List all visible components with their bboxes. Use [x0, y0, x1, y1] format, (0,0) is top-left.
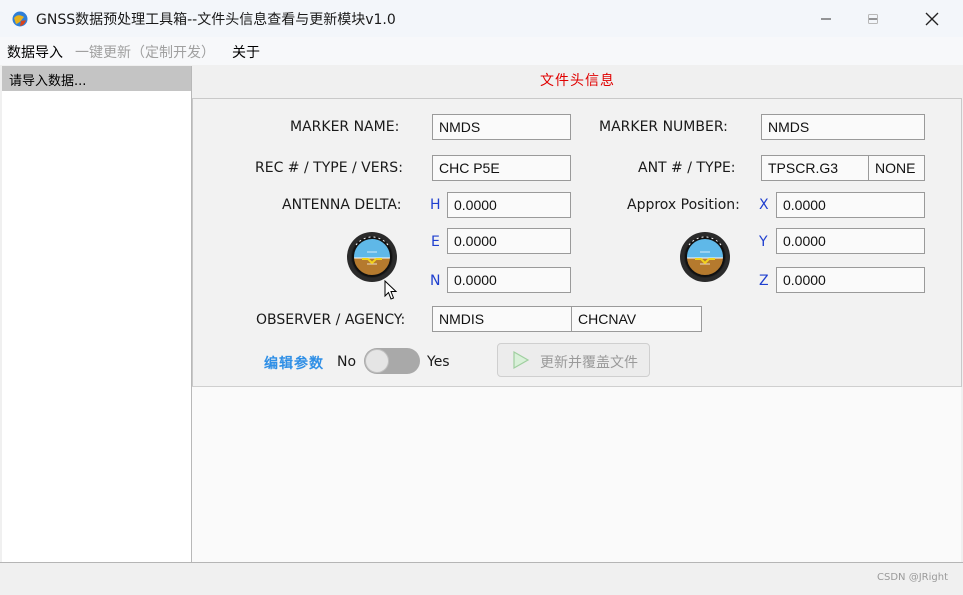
- log-output-area[interactable]: [192, 386, 961, 563]
- antenna-delta-n-field[interactable]: 0.0000: [447, 267, 571, 293]
- observer-field[interactable]: NMDIS: [432, 306, 572, 332]
- close-button[interactable]: [909, 0, 955, 37]
- watermark-text: CSDN @JRight: [877, 572, 948, 583]
- antenna-type-label: ANT # / TYPE:: [638, 160, 736, 176]
- update-overwrite-label: 更新并覆盖文件: [540, 355, 638, 371]
- approx-position-label: Approx Position:: [627, 197, 740, 213]
- approx-position-z-field[interactable]: 0.0000: [776, 267, 925, 293]
- menu-bar: 数据导入 一键更新（定制开发） 关于: [0, 37, 963, 65]
- minimize-window-icon: [821, 18, 831, 19]
- observer-agency-label: OBSERVER / AGENCY:: [256, 312, 406, 328]
- edit-params-label: 编辑参数: [264, 356, 324, 372]
- marker-name-label: MARKER NAME:: [290, 119, 400, 135]
- menu-about[interactable]: 关于: [232, 42, 260, 62]
- data-list-panel[interactable]: 请导入数据...: [2, 66, 192, 562]
- maximize-button[interactable]: [850, 0, 896, 37]
- data-list-header[interactable]: 请导入数据...: [2, 66, 191, 91]
- attitude-indicator-icon: [347, 232, 397, 282]
- antenna-type-field[interactable]: TPSCR.G3: [761, 155, 869, 181]
- approx-position-y-field[interactable]: 0.0000: [776, 228, 925, 254]
- marker-number-label: MARKER NUMBER:: [599, 119, 728, 135]
- mouse-cursor-icon: [384, 280, 398, 300]
- close-icon: [925, 12, 939, 25]
- antenna-delta-h-field[interactable]: 0.0000: [447, 192, 571, 218]
- maximize-icon: [868, 13, 878, 24]
- h-axis-label: H: [430, 197, 441, 213]
- antenna-radome-field[interactable]: NONE: [868, 155, 925, 181]
- marker-number-field[interactable]: NMDS: [761, 114, 925, 140]
- n-axis-label: N: [430, 273, 441, 289]
- minimize-window-button[interactable]: [803, 0, 849, 37]
- menu-import[interactable]: 数据导入: [7, 42, 63, 62]
- app-globe-icon: [12, 11, 28, 27]
- antenna-delta-e-field[interactable]: 0.0000: [447, 228, 571, 254]
- toggle-no-label: No: [337, 354, 357, 370]
- edit-toggle-switch[interactable]: [364, 348, 420, 374]
- status-bar: CSDN @JRight: [0, 562, 963, 595]
- data-list-header-label: 请导入数据...: [9, 74, 87, 89]
- app-window: GNSS数据预处理工具箱--文件头信息查看与更新模块v1.0 数据导入 一键更新…: [0, 0, 963, 595]
- receiver-field[interactable]: CHC P5E: [432, 155, 571, 181]
- e-axis-label: E: [431, 234, 440, 250]
- attitude-indicator-icon: [680, 232, 730, 282]
- receiver-label: REC # / TYPE / VERS:: [255, 160, 403, 176]
- y-axis-label: Y: [759, 234, 768, 250]
- x-axis-label: X: [759, 197, 769, 213]
- marker-name-field[interactable]: NMDS: [432, 114, 571, 140]
- header-section-title: 文件头信息: [540, 73, 615, 89]
- antenna-delta-label: ANTENNA DELTA:: [282, 197, 402, 213]
- update-overwrite-button[interactable]: 更新并覆盖文件: [497, 343, 650, 377]
- approx-position-x-field[interactable]: 0.0000: [776, 192, 925, 218]
- toggle-knob: [365, 349, 389, 373]
- agency-field[interactable]: CHCNAV: [571, 306, 702, 332]
- window-title: GNSS数据预处理工具箱--文件头信息查看与更新模块v1.0: [36, 12, 396, 28]
- z-axis-label: Z: [759, 273, 769, 289]
- menu-update[interactable]: 一键更新（定制开发）: [75, 42, 215, 62]
- toggle-yes-label: Yes: [427, 354, 450, 370]
- play-icon: [513, 350, 530, 370]
